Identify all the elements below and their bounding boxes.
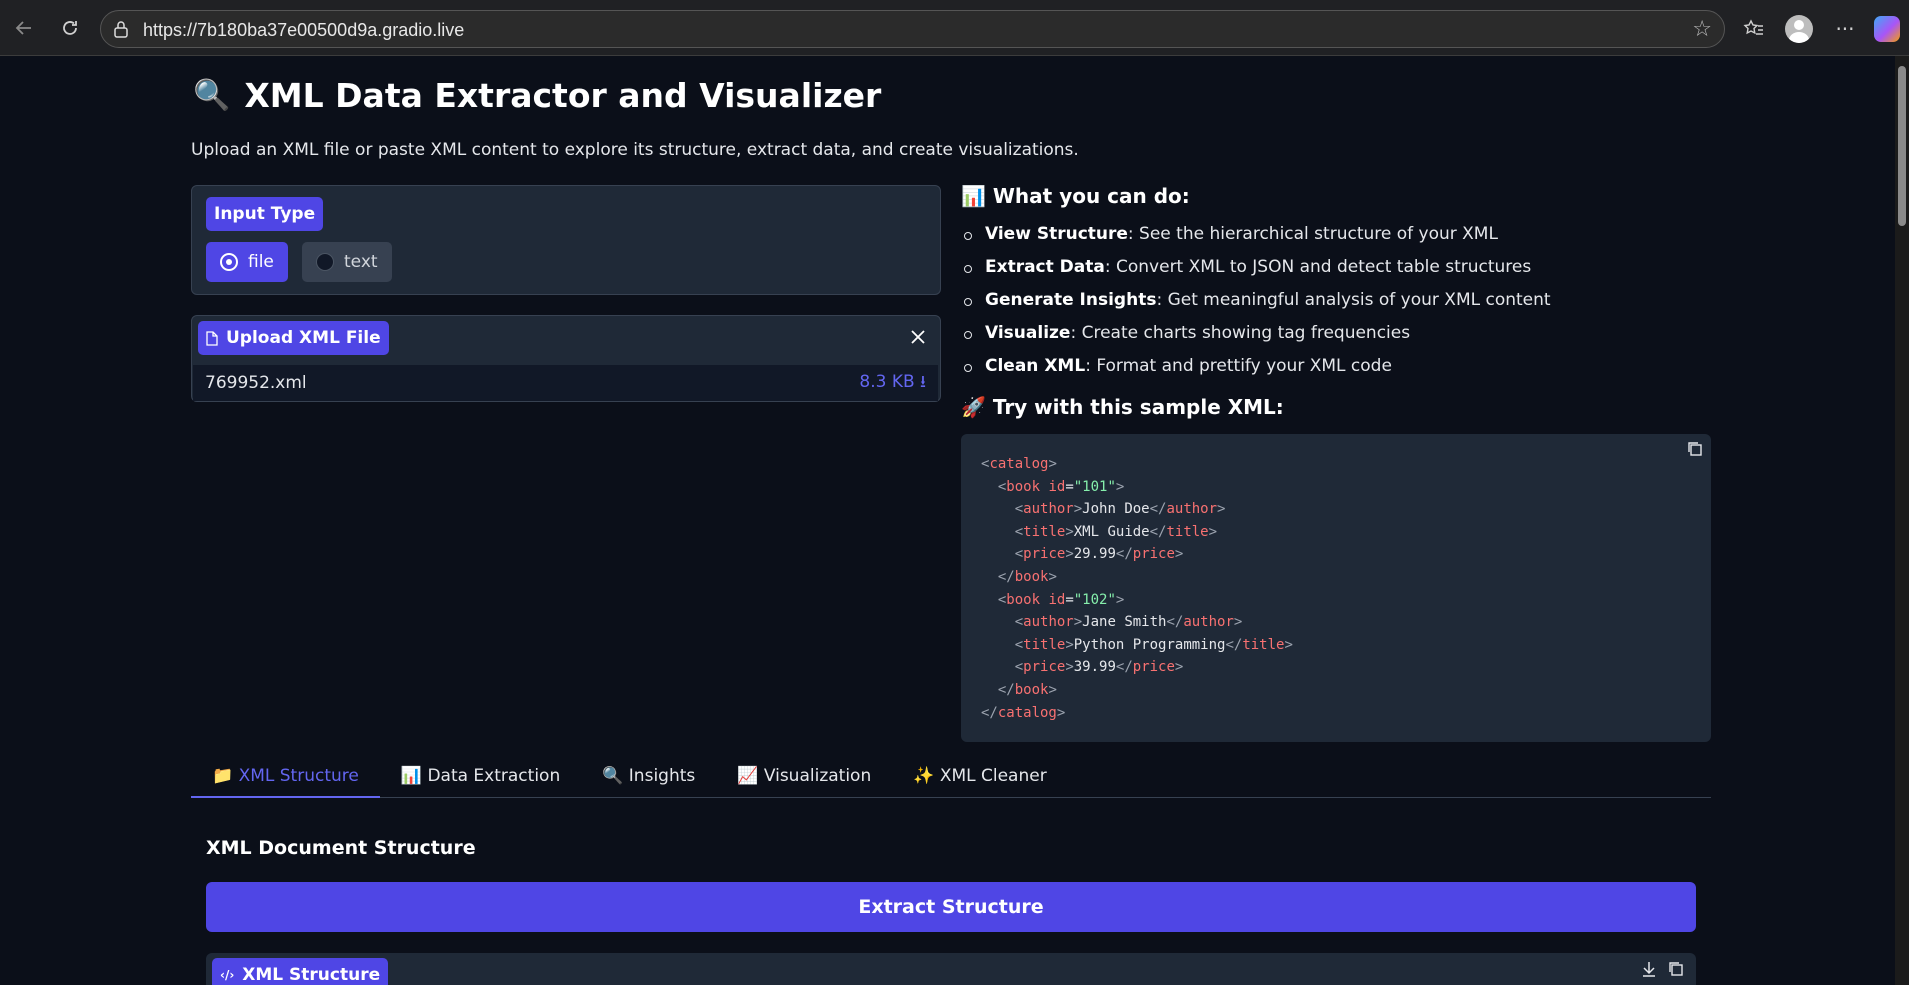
page-content: 🔍 XML Data Extractor and Visualizer Uplo… <box>0 56 1895 985</box>
structure-output-panel: ‹/› XML Structure <box>206 953 1696 985</box>
output-label-text: XML Structure <box>242 965 381 985</box>
copilot-icon[interactable] <box>1870 12 1904 46</box>
page-scrollbar[interactable] <box>1895 56 1909 985</box>
radio-file-label: file <box>248 252 274 272</box>
list-item: Clean XML: Format and prettify your XML … <box>964 350 1551 383</box>
input-type-panel: Input Type file text <box>191 185 941 295</box>
copy-icon[interactable] <box>1668 961 1684 981</box>
list-item: Extract Data: Convert XML to JSON and de… <box>964 251 1551 284</box>
url-text[interactable]: https://7b180ba37e00500d9a.gradio.live <box>143 20 464 41</box>
tab-data-extraction[interactable]: 📊 Data Extraction <box>380 756 581 798</box>
download-icon[interactable] <box>1642 961 1656 981</box>
upload-label: Upload XML File <box>198 321 389 355</box>
sample-heading: 🚀 Try with this sample XML: <box>961 395 1284 419</box>
extract-structure-button[interactable]: Extract Structure <box>206 882 1696 932</box>
more-options-icon[interactable]: ··· <box>1828 12 1862 46</box>
rocket-icon: 🚀 <box>961 395 986 419</box>
file-size-download[interactable]: 8.3 KB ⭳ <box>859 369 926 398</box>
page-title-text: XML Data Extractor and Visualizer <box>244 76 882 115</box>
lock-icon <box>113 20 129 38</box>
upload-panel: Upload XML File 769952.xml 8.3 KB ⭳ <box>191 315 941 402</box>
tab-label: XML Structure <box>238 766 359 786</box>
copy-icon[interactable] <box>1686 440 1704 458</box>
list-item: View Structure: See the hierarchical str… <box>964 218 1551 251</box>
what-you-can-do-text: What you can do: <box>992 184 1190 208</box>
tab-label: Data Extraction <box>427 766 561 786</box>
tab-label: Insights <box>628 766 696 786</box>
tab-bar: 📁 XML Structure 📊 Data Extraction 🔍 Insi… <box>191 756 1711 798</box>
tab-xml-structure[interactable]: 📁 XML Structure <box>191 756 380 798</box>
uploaded-file-row: 769952.xml 8.3 KB ⭳ <box>193 365 938 401</box>
output-label: ‹/› XML Structure <box>212 958 389 985</box>
input-type-label: Input Type <box>206 197 324 231</box>
file-icon <box>206 330 218 346</box>
radio-file[interactable]: file <box>206 242 288 282</box>
back-icon[interactable] <box>8 12 40 44</box>
sample-heading-text: Try with this sample XML: <box>992 395 1284 419</box>
upload-label-text: Upload XML File <box>226 328 381 348</box>
magnifier-icon: 🔍 <box>193 78 231 113</box>
what-you-can-do-heading: 📊 What you can do: <box>961 184 1190 208</box>
magnifier-icon: 🔍 <box>602 766 624 786</box>
list-item: Visualize: Create charts showing tag fre… <box>964 317 1551 350</box>
file-name: 769952.xml <box>205 373 307 393</box>
trend-chart-icon: 📈 <box>737 766 759 786</box>
folder-icon: 📁 <box>212 766 234 786</box>
radio-dot-icon[interactable] <box>316 253 334 271</box>
sparkles-icon: ✨ <box>913 766 935 786</box>
list-item: Generate Insights: Get meaningful analys… <box>964 284 1551 317</box>
page-title: 🔍 XML Data Extractor and Visualizer <box>193 76 881 115</box>
code-icon: ‹/› <box>220 968 235 982</box>
radio-text-label: text <box>344 252 378 272</box>
scrollbar-thumb[interactable] <box>1898 66 1906 226</box>
sample-xml-code: <catalog> <book id="101"> <author>John D… <box>961 434 1711 742</box>
radio-dot-icon[interactable] <box>220 253 238 271</box>
address-bar[interactable]: https://7b180ba37e00500d9a.gradio.live ☆ <box>100 10 1725 48</box>
page-subtitle: Upload an XML file or paste XML content … <box>191 140 1079 160</box>
tab-label: Visualization <box>763 766 872 786</box>
tab-label: XML Cleaner <box>939 766 1047 786</box>
radio-text[interactable]: text <box>302 242 392 282</box>
favorites-icon[interactable] <box>1737 12 1771 46</box>
browser-chrome: https://7b180ba37e00500d9a.gradio.live ☆… <box>0 0 1909 56</box>
reload-icon[interactable] <box>54 12 86 44</box>
tab-insights[interactable]: 🔍 Insights <box>581 756 716 798</box>
feature-list: View Structure: See the hierarchical str… <box>964 218 1551 383</box>
tab-visualization[interactable]: 📈 Visualization <box>716 756 892 798</box>
favorite-star-icon[interactable]: ☆ <box>1692 17 1712 42</box>
chart-icon: 📊 <box>961 184 986 208</box>
section-title: XML Document Structure <box>206 837 476 859</box>
profile-avatar[interactable] <box>1782 12 1816 46</box>
chart-icon: 📊 <box>400 766 423 786</box>
close-icon[interactable] <box>906 325 930 349</box>
tab-xml-cleaner[interactable]: ✨ XML Cleaner <box>892 756 1067 798</box>
